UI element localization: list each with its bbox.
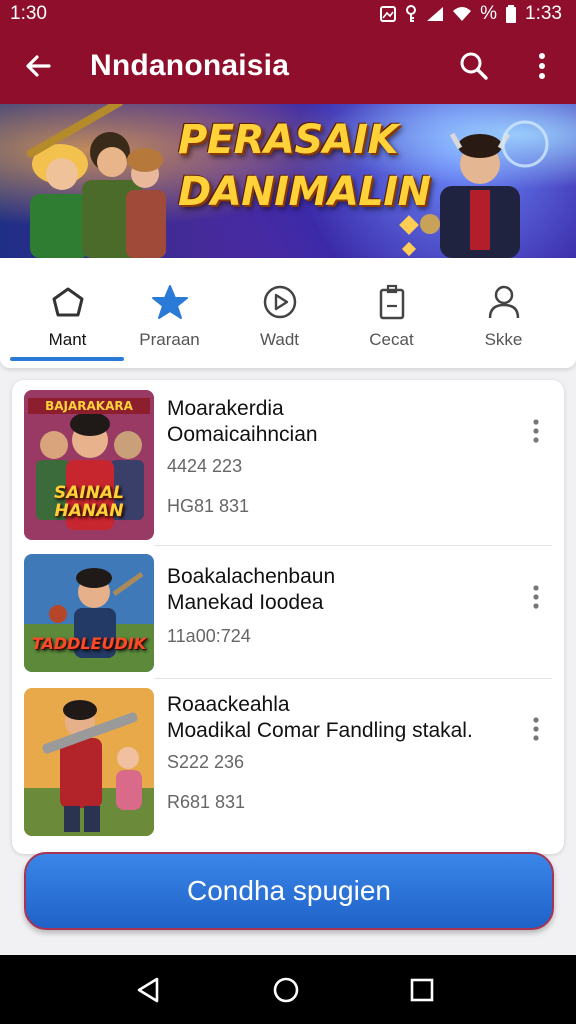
status-icons: % 1:33 xyxy=(380,3,562,25)
more-vert-icon xyxy=(533,419,539,443)
divider xyxy=(154,678,552,679)
nav-home-icon xyxy=(273,977,299,1003)
status-bar: 1:30 % 1:33 xyxy=(0,0,576,28)
game-list: BAJARAKARA SAINAL HANAN Moarakerdia Ooma… xyxy=(12,380,564,854)
item-more-button[interactable] xyxy=(524,582,548,612)
overflow-menu-button[interactable] xyxy=(508,28,576,104)
image-notification-icon xyxy=(380,6,397,22)
thumbnail-top-text: BAJARAKARA xyxy=(45,399,133,413)
item-title-line1: Moarakerdia xyxy=(167,397,284,420)
item-title-line2: Manekad Ioodea xyxy=(167,591,324,614)
banner-headline: PERASAIK DANIMALIN xyxy=(178,114,431,218)
list-item[interactable]: BAJARAKARA SAINAL HANAN Moarakerdia Ooma… xyxy=(12,380,564,546)
more-vert-icon xyxy=(533,717,539,741)
thumbnail-title: SAINAL HANAN xyxy=(54,483,124,521)
item-meta: R681 831 xyxy=(167,792,246,812)
signal-icon xyxy=(427,7,444,21)
battery-icon xyxy=(506,5,517,23)
thumbnail-title: TADDLEUDIK xyxy=(31,634,147,653)
item-meta: HG81 831 xyxy=(167,496,250,516)
status-time-right: 1:33 xyxy=(525,3,562,24)
tab-label: Cecat xyxy=(369,330,414,349)
game-thumbnail xyxy=(24,688,154,836)
item-meta: 11a00:724 xyxy=(167,626,251,646)
key-notification-icon xyxy=(406,5,417,22)
back-button[interactable] xyxy=(0,28,76,104)
tab-label: Skke xyxy=(484,330,523,349)
page-title: Nndanonaisia xyxy=(90,49,290,82)
home-icon xyxy=(52,287,83,317)
more-vert-icon xyxy=(539,53,545,79)
tab-label: Wadt xyxy=(259,330,300,349)
item-title-line1: Roaackeahla xyxy=(167,693,290,716)
thumbnail-art xyxy=(24,688,154,836)
item-more-button[interactable] xyxy=(524,714,548,744)
tab-label: Mant xyxy=(48,330,87,349)
tab-skke[interactable]: Skke xyxy=(446,258,561,368)
list-item[interactable]: TADDLEUDIK Boakalachenbaun Manekad Ioode… xyxy=(12,546,564,686)
arrow-back-icon xyxy=(26,55,51,77)
star-icon xyxy=(151,285,188,319)
active-tab-indicator xyxy=(10,357,124,361)
game-thumbnail: TADDLEUDIK xyxy=(24,554,154,672)
tab-praraan[interactable]: Praraan xyxy=(112,258,227,368)
nav-recents-button[interactable] xyxy=(402,973,442,1007)
tab-label: Praraan xyxy=(139,330,200,349)
list-item[interactable]: Roaackeahla Moadikal Comar Fandling stak… xyxy=(12,680,564,854)
search-button[interactable] xyxy=(440,28,508,104)
nav-recents-icon xyxy=(410,978,434,1002)
play-circle-icon xyxy=(263,285,296,319)
status-time-left: 1:30 xyxy=(10,3,47,24)
app-bar: Nndanonaisia xyxy=(0,28,576,104)
system-nav-bar xyxy=(0,955,576,1024)
document-icon xyxy=(379,284,404,320)
wifi-icon xyxy=(453,7,472,21)
primary-action-button[interactable]: Condha spugien xyxy=(24,852,554,930)
category-tabs: Mant Praraan Wadt Cecat Skke xyxy=(0,258,576,368)
banner-headline-line2: DANIMALIN xyxy=(178,169,431,215)
item-more-button[interactable] xyxy=(524,416,548,446)
banner-headline-line1: PERASAIK xyxy=(178,117,399,163)
tab-cecat[interactable]: Cecat xyxy=(334,258,449,368)
thumbnail-art xyxy=(24,554,154,672)
game-thumbnail: BAJARAKARA SAINAL HANAN xyxy=(24,390,154,540)
item-title-line1: Boakalachenbaun xyxy=(167,565,336,588)
nav-back-icon xyxy=(137,977,159,1003)
item-meta: S222 236 xyxy=(167,752,245,772)
item-title-line2: Moadikal Comar Fandling stakal. xyxy=(167,719,473,742)
item-title-line2: Oomaicaihncian xyxy=(167,423,318,446)
tab-wadt[interactable]: Wadt xyxy=(222,258,337,368)
item-meta: 4424 223 xyxy=(167,456,243,476)
battery-percent: % xyxy=(480,3,498,24)
search-icon xyxy=(460,52,488,80)
tab-mant[interactable]: Mant xyxy=(10,258,125,368)
nav-back-button[interactable] xyxy=(128,973,168,1007)
promo-banner[interactable]: PERASAIK DANIMALIN xyxy=(0,104,576,258)
more-vert-icon xyxy=(533,585,539,609)
nav-home-button[interactable] xyxy=(266,973,306,1007)
person-icon xyxy=(488,285,519,319)
